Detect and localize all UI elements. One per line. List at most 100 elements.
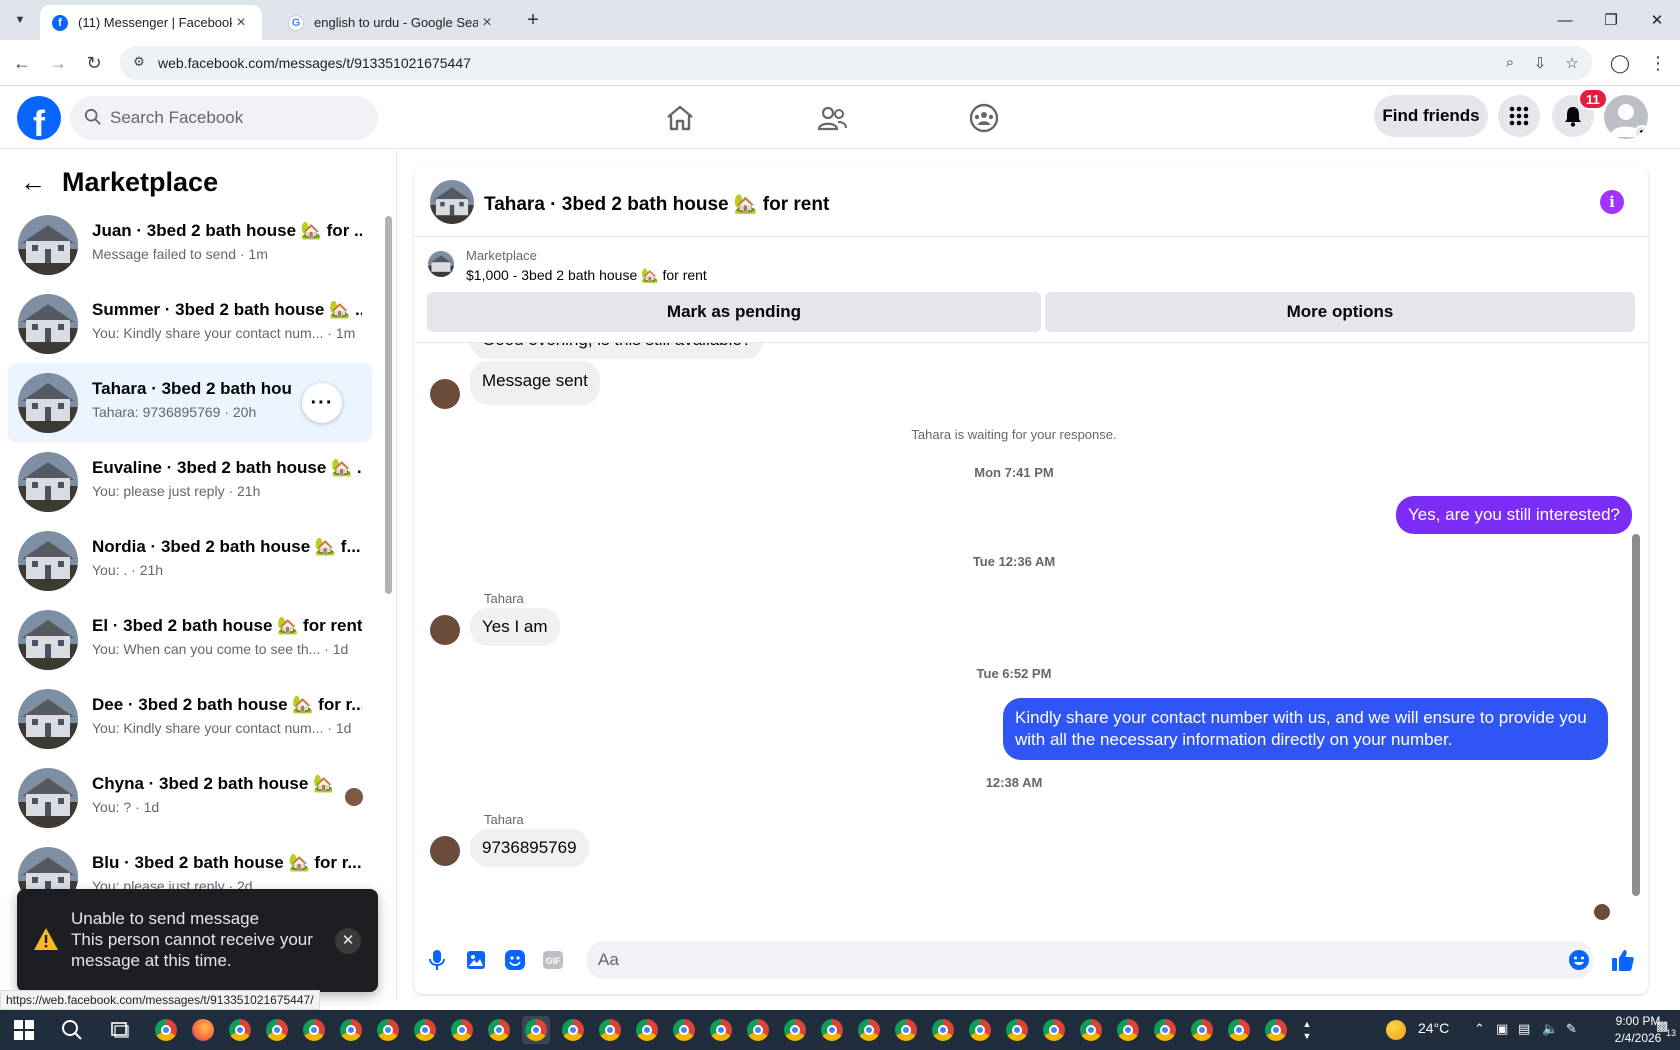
- close-tab-icon[interactable]: ×: [232, 14, 250, 32]
- conversation-title[interactable]: Tahara · 3bed 2 bath house 🏡 for rent: [484, 192, 829, 216]
- chrome-taskbar-icon[interactable]: [1003, 1016, 1031, 1044]
- tab-google-search[interactable]: G english to urdu - Google Search ×: [276, 5, 508, 40]
- chrome-taskbar-icon[interactable]: [596, 1016, 624, 1044]
- chrome-taskbar-icon[interactable]: [1077, 1016, 1105, 1044]
- install-app-icon[interactable]: ⇩: [1530, 54, 1550, 74]
- back-arrow-icon[interactable]: ←: [8, 49, 36, 77]
- groups-nav-icon[interactable]: [928, 94, 1040, 142]
- search-input[interactable]: [110, 96, 370, 140]
- chrome-menu-icon[interactable]: ⋮: [1644, 49, 1672, 77]
- language-icon[interactable]: ✎: [1566, 1021, 1577, 1037]
- chrome-taskbar-icon[interactable]: [1040, 1016, 1068, 1044]
- conversation-item[interactable]: Juan · 3bed 2 bath house 🏡 for ... Messa…: [8, 205, 372, 284]
- friends-nav-icon[interactable]: [776, 94, 888, 142]
- close-tab-icon[interactable]: ×: [478, 14, 496, 32]
- volume-icon[interactable]: 🔈: [1542, 1021, 1558, 1037]
- zoom-icon[interactable]: ⌕: [1500, 54, 1520, 74]
- mark-as-pending-button[interactable]: Mark as pending: [427, 292, 1041, 332]
- find-friends-button[interactable]: Find friends: [1374, 95, 1488, 137]
- emoji-icon[interactable]: [1568, 949, 1590, 971]
- chrome-taskbar-icon[interactable]: [633, 1016, 661, 1044]
- chrome-taskbar-icon[interactable]: [226, 1016, 254, 1044]
- conversation-item[interactable]: Euvaline · 3bed 2 bath house 🏡 ... You: …: [8, 442, 372, 521]
- address-bar[interactable]: ⚙ web.facebook.com/messages/t/9133510216…: [120, 46, 1592, 80]
- more-options-button[interactable]: ···: [302, 383, 342, 423]
- chrome-taskbar-icon[interactable]: [485, 1016, 513, 1044]
- conversation-item[interactable]: Nordia · 3bed 2 bath house 🏡 f... You: .…: [8, 521, 372, 600]
- bookmark-star-icon[interactable]: ☆: [1562, 54, 1582, 74]
- chrome-taskbar-icon[interactable]: [1188, 1016, 1216, 1044]
- chrome-taskbar-icon[interactable]: [263, 1016, 291, 1044]
- message-input-wrap[interactable]: [586, 941, 1594, 979]
- chrome-taskbar-icon[interactable]: [374, 1016, 402, 1044]
- notification-center-icon[interactable]: ▩ 13: [1656, 1018, 1676, 1038]
- home-nav-icon[interactable]: [624, 94, 736, 142]
- chrome-taskbar-icon[interactable]: [929, 1016, 957, 1044]
- reload-icon[interactable]: ↻: [80, 49, 108, 77]
- chrome-taskbar-icon[interactable]: [1225, 1016, 1253, 1044]
- microphone-icon[interactable]: [424, 947, 450, 973]
- conversation-item-active[interactable]: Tahara · 3bed 2 bath house 🏡 f... Tahara…: [8, 363, 372, 442]
- profile-circle-icon[interactable]: ◯: [1606, 49, 1634, 77]
- house-avatar[interactable]: [430, 180, 474, 224]
- message-bubble-outgoing: Yes, are you still interested?: [1396, 496, 1632, 534]
- chrome-taskbar-icon[interactable]: [152, 1016, 180, 1044]
- tab-messenger[interactable]: f (11) Messenger | Facebook ×: [40, 5, 262, 40]
- chrome-taskbar-icon[interactable]: [300, 1016, 328, 1044]
- chrome-taskbar-icon[interactable]: [781, 1016, 809, 1044]
- back-arrow-icon[interactable]: ←: [20, 169, 48, 195]
- minimize-icon[interactable]: —: [1542, 0, 1588, 40]
- tray-app-icon[interactable]: ▣: [1496, 1021, 1508, 1037]
- chrome-taskbar-icon[interactable]: [707, 1016, 735, 1044]
- conversation-item[interactable]: Dee · 3bed 2 bath house 🏡 for r... You: …: [8, 679, 372, 758]
- sidebar-scrollbar[interactable]: [382, 200, 394, 1000]
- restore-icon[interactable]: ❐: [1588, 0, 1634, 40]
- conversation-item[interactable]: Chyna · 3bed 2 bath house 🏡... You: ? · …: [8, 758, 372, 837]
- chrome-taskbar-icon[interactable]: [1114, 1016, 1142, 1044]
- sticker-icon[interactable]: [502, 947, 528, 973]
- scrollbar-thumb[interactable]: [1632, 534, 1640, 896]
- taskbar-overflow-icon[interactable]: ▲ ▼: [1300, 1016, 1314, 1044]
- taskbar-search-icon[interactable]: [58, 1016, 86, 1044]
- conversation-item[interactable]: El · 3bed 2 bath house 🏡 for rent You: W…: [8, 600, 372, 679]
- menu-grid-icon[interactable]: [1498, 95, 1540, 137]
- firefox-taskbar-icon[interactable]: [189, 1016, 217, 1044]
- chrome-taskbar-icon[interactable]: [411, 1016, 439, 1044]
- close-window-icon[interactable]: ✕: [1634, 0, 1680, 40]
- facebook-logo-icon[interactable]: f: [17, 96, 61, 140]
- thread-scrollbar[interactable]: [1628, 342, 1644, 924]
- listing-title[interactable]: $1,000 - 3bed 2 bath house 🏡 for rent: [466, 267, 707, 284]
- network-icon[interactable]: ▤: [1518, 1021, 1530, 1037]
- account-avatar[interactable]: ▼: [1604, 95, 1648, 139]
- chrome-taskbar-icon[interactable]: [892, 1016, 920, 1044]
- conversation-item[interactable]: Summer · 3bed 2 bath house 🏡 ... You: Ki…: [8, 284, 372, 363]
- chrome-taskbar-icon[interactable]: [744, 1016, 772, 1044]
- new-tab-button[interactable]: +: [520, 8, 546, 34]
- scrollbar-thumb[interactable]: [385, 216, 392, 594]
- facebook-search[interactable]: [70, 96, 378, 140]
- chrome-taskbar-icon[interactable]: [670, 1016, 698, 1044]
- chrome-taskbar-icon[interactable]: [966, 1016, 994, 1044]
- photo-icon[interactable]: [463, 947, 489, 973]
- thumbs-up-icon[interactable]: [1610, 947, 1636, 973]
- task-view-icon[interactable]: [106, 1016, 134, 1044]
- forward-arrow-icon[interactable]: →: [44, 49, 72, 77]
- chrome-taskbar-icon[interactable]: [337, 1016, 365, 1044]
- close-icon[interactable]: ✕: [335, 928, 361, 954]
- chrome-taskbar-icon[interactable]: [818, 1016, 846, 1044]
- message-input[interactable]: [598, 941, 1538, 979]
- chrome-taskbar-icon[interactable]: [559, 1016, 587, 1044]
- info-icon[interactable]: i: [1600, 190, 1624, 214]
- tab-search-dropdown-icon[interactable]: ▼: [8, 8, 32, 32]
- chrome-taskbar-icon[interactable]: [855, 1016, 883, 1044]
- chrome-taskbar-icon[interactable]: [1151, 1016, 1179, 1044]
- more-options-button[interactable]: More options: [1045, 292, 1635, 332]
- site-settings-icon[interactable]: ⚙: [130, 54, 148, 72]
- windows-start-icon[interactable]: [14, 1020, 34, 1040]
- weather-icon[interactable]: [1382, 1016, 1410, 1044]
- chrome-taskbar-icon[interactable]: [1262, 1016, 1290, 1044]
- gif-icon[interactable]: GIF: [540, 947, 566, 973]
- chrome-taskbar-icon-active[interactable]: [522, 1016, 550, 1044]
- tray-chevron-icon[interactable]: ⌃: [1474, 1021, 1485, 1037]
- chrome-taskbar-icon[interactable]: [448, 1016, 476, 1044]
